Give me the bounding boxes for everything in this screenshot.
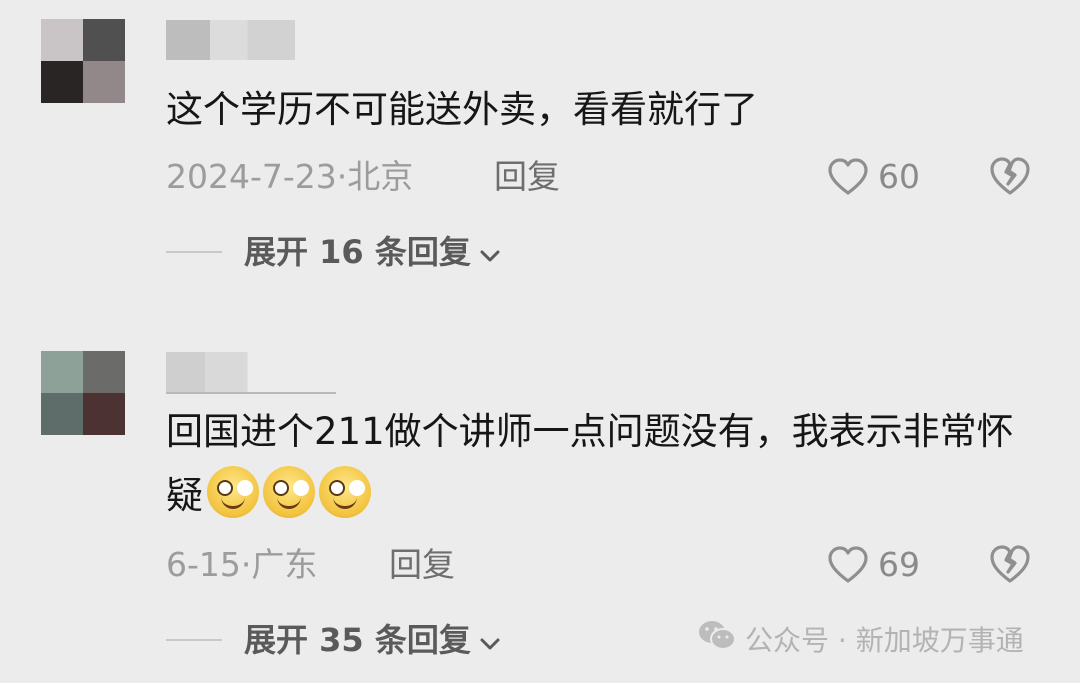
chevron-down-icon <box>479 620 501 660</box>
reply-button[interactable]: 回复 <box>389 545 455 585</box>
wechat-icon <box>697 618 737 663</box>
broken-heart-icon <box>988 543 1032 585</box>
expand-replies-button[interactable]: 展开 35 条回复 <box>166 620 501 660</box>
comment-item: 回国进个211做个讲师一点问题没有，我表示非常怀疑 6-15·广东 回复 69 … <box>0 0 1080 659</box>
comment-meta: 6-15·广东 <box>166 545 317 585</box>
smile-emoji-icon <box>207 466 259 518</box>
like-count: 69 <box>878 545 920 584</box>
avatar-pixel <box>83 351 125 393</box>
avatar-pixel <box>41 393 83 435</box>
divider-dash <box>166 639 222 641</box>
smile-emoji-icon <box>319 466 371 518</box>
watermark: 公众号 · 新加坡万事通 <box>697 618 1024 663</box>
comment-text: 回国进个211做个讲师一点问题没有，我表示非常怀疑 <box>166 400 1046 528</box>
comment-location: 广东 <box>251 545 318 584</box>
username-redacted[interactable] <box>166 352 336 394</box>
like-button[interactable]: 69 <box>826 545 920 585</box>
expand-replies-label: 展开 35 条回复 <box>244 621 471 659</box>
avatar[interactable] <box>41 351 125 435</box>
heart-outline-icon <box>826 545 870 585</box>
meta-separator: · <box>240 545 252 584</box>
watermark-text: 公众号 · 新加坡万事通 <box>745 623 1024 657</box>
avatar-pixel <box>41 351 83 393</box>
avatar-pixel <box>83 393 125 435</box>
dislike-button[interactable] <box>988 543 1032 585</box>
comment-date: 6-15 <box>166 545 241 584</box>
smile-emoji-icon <box>263 466 315 518</box>
